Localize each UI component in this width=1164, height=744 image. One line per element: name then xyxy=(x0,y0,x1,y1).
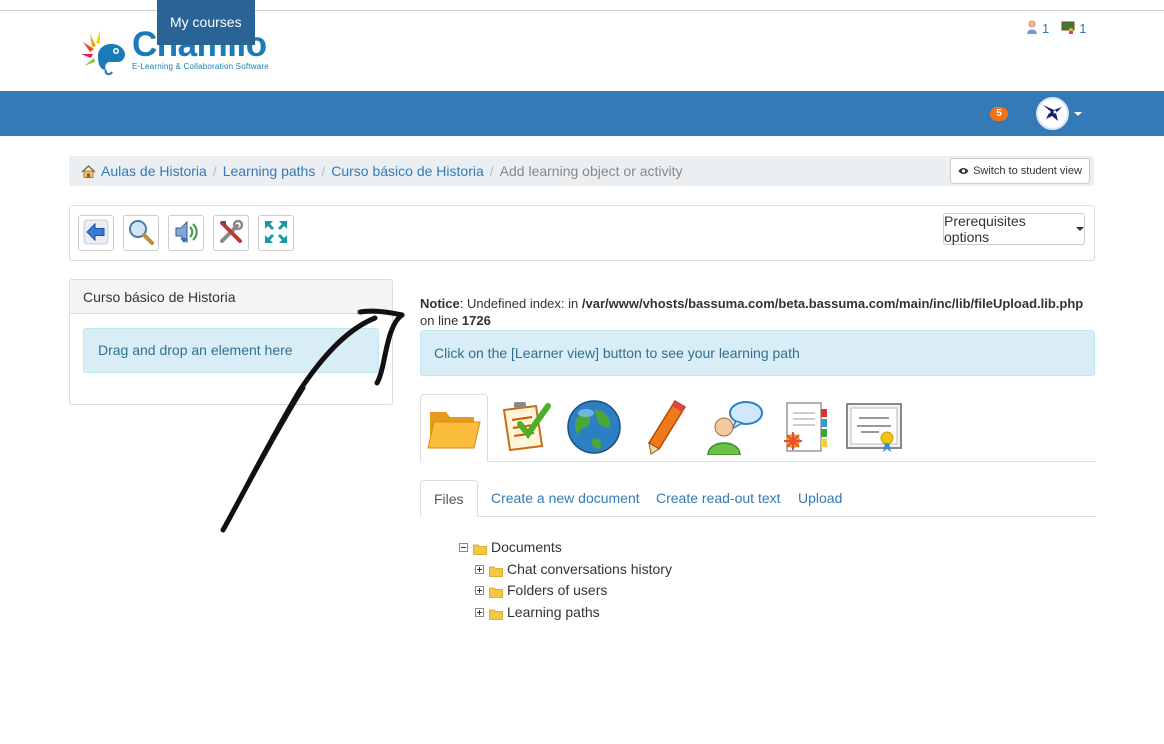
folder-icon xyxy=(473,542,487,555)
tree-item-chat-history[interactable]: Chat conversations history xyxy=(475,560,672,578)
drop-zone[interactable]: Drag and drop an element here xyxy=(83,328,379,373)
tab-files[interactable]: Files xyxy=(420,480,478,517)
preview-button[interactable] xyxy=(123,215,159,251)
online-users-count: 1 xyxy=(1042,21,1050,36)
documents-folder-icon xyxy=(426,402,482,455)
tree-item-label: Chat conversations history xyxy=(507,561,672,577)
assignments-pencil-icon xyxy=(639,399,689,458)
tab-forum[interactable] xyxy=(700,394,768,462)
learning-path-panel: Curso básico de Historia Drag and drop a… xyxy=(69,279,393,405)
tree-item-label: Learning paths xyxy=(507,604,600,620)
nav-homepage[interactable]: Homepage xyxy=(69,0,164,45)
tab-notebook[interactable] xyxy=(770,394,838,462)
notification-badge[interactable]: 5 xyxy=(990,107,1008,121)
user-menu-caret-icon[interactable] xyxy=(1074,112,1082,116)
tab-create-readout-text[interactable]: Create read-out text xyxy=(643,480,794,517)
breadcrumb-current: Add learning object or activity xyxy=(499,163,683,179)
tree-item-folders-of-users[interactable]: Folders of users xyxy=(475,581,607,599)
online-courses-link[interactable]: 1 xyxy=(1061,20,1086,37)
caret-down-icon xyxy=(1076,227,1084,231)
prerequisites-options-label: Prerequisites options xyxy=(944,213,1026,245)
expand-icon[interactable] xyxy=(475,585,484,595)
nav-social-network[interactable]: Social network xyxy=(453,0,570,45)
switch-student-view-button[interactable]: Switch to student view xyxy=(950,158,1090,184)
user-avatar[interactable] xyxy=(1036,97,1069,130)
tab-quiz[interactable] xyxy=(490,394,558,462)
home-icon[interactable] xyxy=(81,164,96,178)
back-icon xyxy=(83,219,109,248)
folder-icon xyxy=(489,607,503,620)
notice-text: : Undefined index: in xyxy=(459,296,582,311)
breadcrumb-separator: / xyxy=(321,163,326,179)
switch-student-view-label: Switch to student view xyxy=(973,165,1082,177)
user-icon xyxy=(1026,20,1038,37)
back-button[interactable] xyxy=(78,215,114,251)
tab-certificate[interactable] xyxy=(840,394,908,462)
collapse-icon[interactable] xyxy=(459,542,468,552)
classroom-icon xyxy=(1061,20,1075,37)
tab-documents[interactable] xyxy=(420,394,488,462)
top-status-icons: 1 1 xyxy=(1026,20,1086,37)
learner-view-info: Click on the [Learner view] button to se… xyxy=(420,330,1095,376)
breadcrumb-separator: / xyxy=(212,163,217,179)
tree-root-label: Documents xyxy=(491,539,562,555)
notice-label: Notice xyxy=(420,296,460,311)
expand-icon xyxy=(262,218,290,249)
nav-personal-agenda[interactable]: Personal agenda xyxy=(249,0,381,45)
notice-text-line: on line xyxy=(420,313,462,328)
learning-path-title: Curso básico de Historia xyxy=(70,280,392,314)
tools-icon xyxy=(217,218,245,249)
breadcrumb: Aulas de Historia / Learning paths / Cur… xyxy=(69,156,1094,186)
eye-icon xyxy=(958,167,969,175)
prerequisites-options-dropdown[interactable]: Prerequisites options xyxy=(943,213,1085,245)
expand-icon[interactable] xyxy=(475,564,484,574)
tree-item-label: Folders of users xyxy=(507,582,608,598)
logo-subtitle: E-Learning & Collaboration Software xyxy=(132,62,269,71)
nav-administration[interactable]: Administration xyxy=(650,0,765,45)
online-courses-count: 1 xyxy=(1079,21,1087,36)
magnifier-icon xyxy=(127,218,155,249)
tree-root-documents[interactable]: Documents xyxy=(459,538,562,556)
breadcrumb-learning-paths[interactable]: Learning paths xyxy=(223,163,316,179)
notice-path: /var/www/vhosts/bassuma.com/beta.bassuma… xyxy=(581,296,1084,311)
online-users-link[interactable]: 1 xyxy=(1026,20,1049,37)
notebook-icon xyxy=(777,399,831,458)
folder-icon xyxy=(489,585,503,598)
php-notice: Notice: Undefined index: in /var/www/vho… xyxy=(420,295,1092,329)
fullscreen-button[interactable] xyxy=(258,215,294,251)
expand-icon[interactable] xyxy=(475,607,484,617)
nav-reporting[interactable]: Reporting xyxy=(371,0,458,45)
tab-assignments[interactable] xyxy=(630,394,698,462)
notice-line-number: 1726 xyxy=(461,313,491,328)
breadcrumb-learning-path[interactable]: Curso básico de Historia xyxy=(331,163,484,179)
folder-icon xyxy=(489,564,503,577)
speaker-icon xyxy=(172,218,200,249)
nav-dashboard[interactable]: Dashboard xyxy=(562,0,657,45)
links-globe-icon xyxy=(566,399,622,458)
tab-upload[interactable]: Upload xyxy=(785,480,855,517)
nav-my-courses[interactable]: My courses xyxy=(157,0,255,45)
tab-links[interactable] xyxy=(560,394,628,462)
quiz-icon xyxy=(496,400,552,457)
certificate-icon xyxy=(845,400,903,457)
breadcrumb-course[interactable]: Aulas de Historia xyxy=(101,163,207,179)
tree-item-learning-paths[interactable]: Learning paths xyxy=(475,603,600,621)
breadcrumb-separator: / xyxy=(489,163,494,179)
audio-button[interactable] xyxy=(168,215,204,251)
settings-button[interactable] xyxy=(213,215,249,251)
tab-create-document[interactable]: Create a new document xyxy=(478,480,653,517)
forum-icon xyxy=(704,399,764,458)
